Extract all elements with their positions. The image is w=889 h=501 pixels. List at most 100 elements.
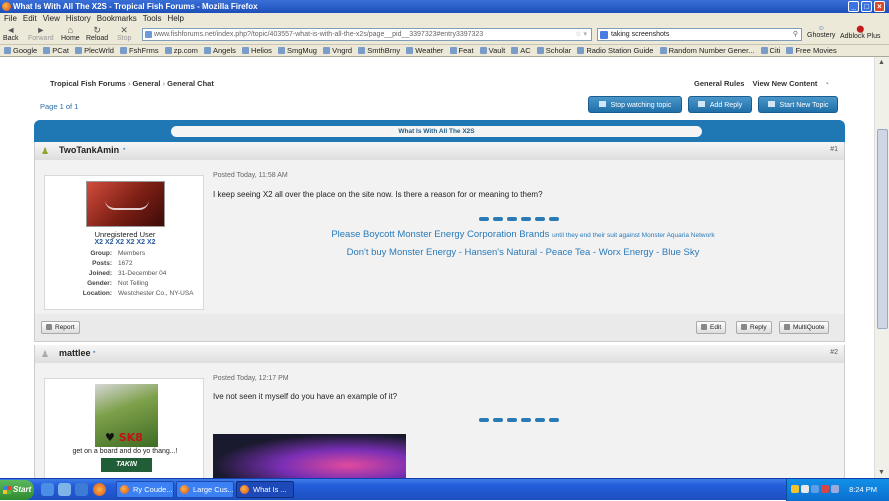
search-engine-icon[interactable] bbox=[600, 31, 608, 39]
breadcrumb-general[interactable]: General bbox=[133, 79, 161, 88]
ghost-icon: ☺ bbox=[817, 25, 825, 32]
post-date: Posted Today, 12:17 PM bbox=[213, 375, 289, 382]
stop-button[interactable]: ✕ Stop bbox=[117, 25, 131, 42]
signature-divider bbox=[479, 418, 563, 422]
bookmark-radio-station-guide[interactable]: Radio Station Guide bbox=[577, 46, 653, 55]
quicklaunch-firefox-icon[interactable] bbox=[93, 483, 106, 496]
rss-icon[interactable]: ◔ bbox=[825, 79, 830, 88]
bookmark-helios[interactable]: Helios bbox=[242, 46, 272, 55]
bookmark-smgmug[interactable]: SmgMug bbox=[277, 46, 317, 55]
multiquote-icon bbox=[784, 324, 790, 330]
edit-button[interactable]: Edit bbox=[696, 321, 727, 334]
profile-card-icon[interactable]: ▪ bbox=[123, 146, 125, 153]
start-button[interactable]: Start bbox=[0, 480, 34, 500]
bookmark-free-movies[interactable]: Free Movies bbox=[786, 46, 837, 55]
bookmark-star-icon[interactable]: ☆ ▾ bbox=[575, 29, 587, 40]
taskbar-item-active[interactable]: What Is ... bbox=[236, 481, 294, 498]
start-new-topic-button[interactable]: Start New Topic bbox=[758, 96, 838, 113]
tray-icon[interactable] bbox=[791, 485, 799, 493]
volume-icon[interactable] bbox=[831, 485, 839, 493]
member-title: Unregistered User bbox=[94, 230, 156, 239]
menu-bookmarks[interactable]: Bookmarks bbox=[97, 14, 137, 23]
signature-line-2[interactable]: Don't buy Monster Energy - Hansen's Natu… bbox=[213, 247, 833, 258]
bookmark-vngrd[interactable]: Vngrd bbox=[323, 46, 352, 55]
scroll-down-icon[interactable]: ▼ bbox=[878, 469, 885, 476]
quicklaunch-ie-icon[interactable] bbox=[41, 483, 54, 496]
bookmarks-toolbar: Google PCat PlecWrld FshFrms zp.com Ange… bbox=[0, 45, 889, 57]
bookmark-feat[interactable]: Feat bbox=[449, 46, 474, 55]
minimize-button[interactable]: _ bbox=[848, 1, 859, 12]
reload-button[interactable]: ↻ Reload bbox=[86, 25, 108, 42]
bookmark-fshfrms[interactable]: FshFrms bbox=[120, 46, 159, 55]
bookmark-weather[interactable]: Weather bbox=[406, 46, 443, 55]
bookmark-google[interactable]: Google bbox=[4, 46, 37, 55]
search-input[interactable]: taking screenshots bbox=[611, 31, 669, 38]
page-label: Page 1 of 1 bbox=[40, 102, 79, 111]
breadcrumb-home[interactable]: Tropical Fish Forums bbox=[50, 79, 126, 88]
tray-icon[interactable] bbox=[811, 485, 819, 493]
tray-icon[interactable] bbox=[801, 485, 809, 493]
bookmark-pcat[interactable]: PCat bbox=[43, 46, 69, 55]
ghostery-button[interactable]: ☺ Ghostery bbox=[807, 25, 835, 39]
menu-view[interactable]: View bbox=[43, 14, 60, 23]
breadcrumb-general-chat[interactable]: General Chat bbox=[167, 79, 214, 88]
report-button[interactable]: Report bbox=[41, 321, 80, 334]
scroll-up-icon[interactable]: ▲ bbox=[878, 59, 885, 66]
home-button[interactable]: ⌂ Home bbox=[61, 25, 80, 42]
tray-icon[interactable] bbox=[821, 485, 829, 493]
bookmark-angels[interactable]: Angels bbox=[204, 46, 236, 55]
stop-watching-topic-button[interactable]: Stop watching topic bbox=[588, 96, 682, 113]
general-rules-link[interactable]: General Rules bbox=[694, 79, 744, 88]
profile-card-icon[interactable]: ▪ bbox=[93, 349, 95, 356]
taskbar-item[interactable]: Ry Coude... bbox=[116, 481, 174, 498]
forward-button[interactable]: ► Forward bbox=[28, 25, 54, 42]
menu-edit[interactable]: Edit bbox=[23, 14, 37, 23]
fish-image bbox=[213, 434, 406, 478]
search-box[interactable]: taking screenshots ⚲ bbox=[597, 28, 802, 41]
signature-line-1[interactable]: Please Boycott Monster Energy Corporatio… bbox=[213, 229, 833, 240]
menu-help[interactable]: Help bbox=[167, 14, 183, 23]
vertical-scrollbar[interactable]: ▲ ▼ bbox=[874, 57, 889, 478]
back-button[interactable]: ◄ Back bbox=[3, 25, 19, 42]
maximize-button[interactable]: □ bbox=[861, 1, 872, 12]
bookmark-plecwrld[interactable]: PlecWrld bbox=[75, 46, 114, 55]
multiquote-button[interactable]: MultiQuote bbox=[779, 321, 830, 334]
post-number[interactable]: #2 bbox=[830, 349, 838, 356]
bookmark-citi[interactable]: Citi bbox=[760, 46, 780, 55]
bookmark-ac[interactable]: AC bbox=[511, 46, 531, 55]
bookmark-vault[interactable]: Vault bbox=[479, 46, 505, 55]
avatar[interactable] bbox=[86, 181, 165, 227]
bookmark-smthbrny[interactable]: SmthBrny bbox=[358, 46, 400, 55]
add-reply-button[interactable]: Add Reply bbox=[688, 96, 752, 113]
menu-file[interactable]: File bbox=[4, 14, 17, 23]
user-icon: ♟ bbox=[41, 349, 50, 359]
close-button[interactable]: × bbox=[874, 1, 885, 12]
menu-history[interactable]: History bbox=[66, 14, 91, 23]
post-author[interactable]: mattlee bbox=[59, 348, 91, 358]
reply-button[interactable]: Reply bbox=[736, 321, 772, 334]
system-tray: 8:24 PM bbox=[786, 479, 889, 501]
menu-tools[interactable]: Tools bbox=[143, 14, 162, 23]
post-number[interactable]: #1 bbox=[830, 146, 838, 153]
post-author[interactable]: TwoTankAmin bbox=[59, 145, 119, 155]
search-icon[interactable]: ⚲ bbox=[793, 29, 798, 40]
scroll-thumb[interactable] bbox=[877, 129, 888, 329]
bookmark-scholar[interactable]: Scholar bbox=[536, 46, 571, 55]
url-text: www.fishforums.net/index.php?/topic/4035… bbox=[154, 31, 484, 38]
firefox-icon bbox=[2, 2, 11, 11]
signature-logo: TAKIN bbox=[101, 458, 152, 472]
bookmark-random-number-generator[interactable]: Random Number Gener... bbox=[659, 46, 754, 55]
quicklaunch-desktop-icon[interactable] bbox=[58, 483, 71, 496]
post-text: I keep seeing X2 all over the place on t… bbox=[213, 190, 543, 199]
windows-logo-icon bbox=[3, 486, 11, 494]
bookmark-zp[interactable]: zp.com bbox=[164, 46, 198, 55]
avatar[interactable]: ♥ SK8 bbox=[95, 384, 158, 447]
topic-title: What Is With All The X2S bbox=[171, 126, 702, 137]
member-tagline: get on a board and do yo thang...! bbox=[72, 448, 178, 455]
view-new-content-link[interactable]: View New Content bbox=[753, 79, 818, 88]
taskbar-item[interactable]: Large Cus... bbox=[176, 481, 234, 498]
adblock-button[interactable]: ⬤ Adblock Plus bbox=[840, 25, 880, 40]
quicklaunch-explorer-icon[interactable] bbox=[75, 483, 88, 496]
url-bar[interactable]: www.fishforums.net/index.php?/topic/4035… bbox=[142, 28, 592, 41]
window-title-bar: What Is With All The X2S - Tropical Fish… bbox=[0, 0, 889, 13]
